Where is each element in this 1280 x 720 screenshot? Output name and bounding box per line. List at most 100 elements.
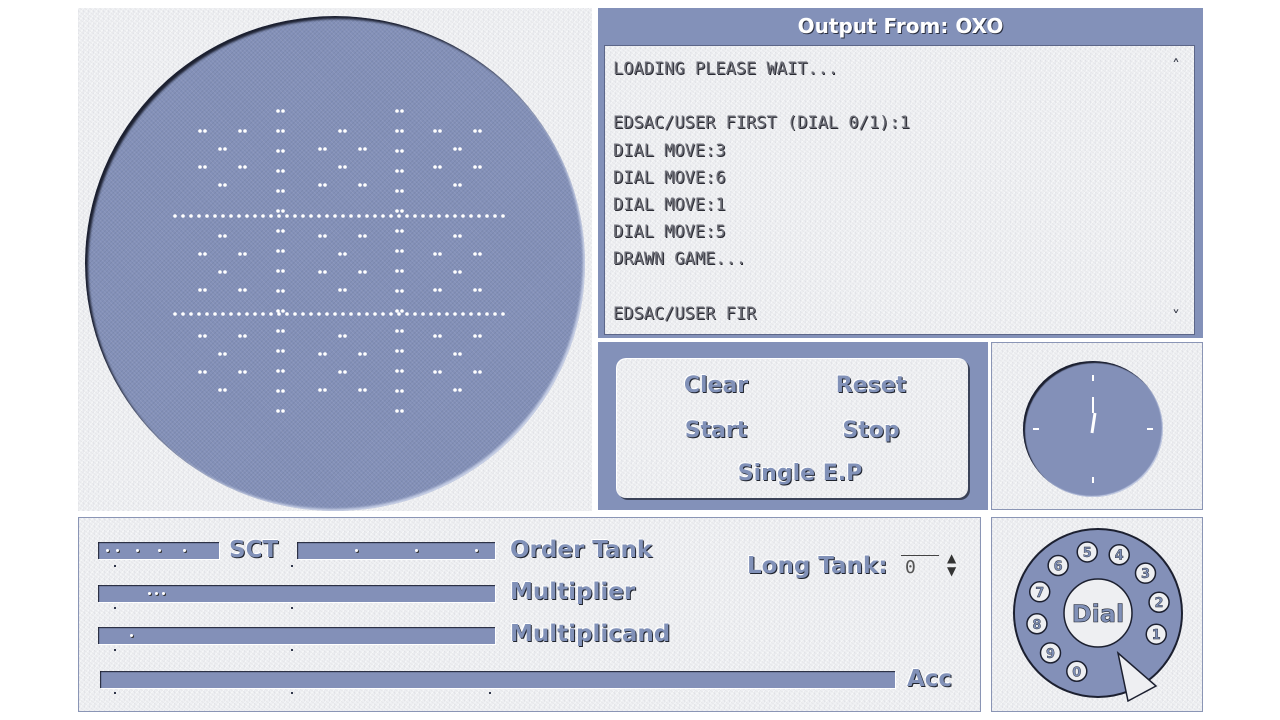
crt-dot: [189, 312, 193, 316]
crt-dot: [338, 370, 342, 374]
crt-dot: [173, 214, 177, 218]
multiplicand-register: [98, 627, 495, 644]
crt-dot: [325, 312, 329, 316]
crt-dot: [395, 389, 399, 393]
crt-dot: [173, 312, 177, 316]
crt-dot: [221, 214, 225, 218]
crt-dot: [269, 312, 273, 316]
dial-digit-label: 9: [1046, 647, 1055, 662]
crt-dot: [400, 189, 404, 193]
crt-dot: [381, 312, 385, 316]
crt-dot: [358, 352, 362, 356]
crt-dot: [223, 270, 227, 274]
start-button[interactable]: Start: [685, 418, 748, 443]
crt-dot: [238, 252, 242, 256]
crt-dot: [478, 252, 482, 256]
crt-dot: [473, 252, 477, 256]
crt-dot: [477, 312, 481, 316]
crt-dot: [357, 312, 361, 316]
crt-dot: [469, 312, 473, 316]
crt-dot: [281, 109, 285, 113]
crt-dot: [445, 312, 449, 316]
dial-digit-label: 6: [1054, 560, 1063, 575]
crt-dot: [458, 388, 462, 392]
crt-dot: [501, 214, 505, 218]
output-text-area[interactable]: LOADING PLEASE WAIT... EDSAC/USER FIRST …: [604, 45, 1195, 335]
crt-dot: [205, 214, 209, 218]
sct-register: [98, 542, 219, 559]
crt-dot: [363, 183, 367, 187]
dial-digit-label: 1: [1152, 628, 1161, 643]
crt-dot: [395, 349, 399, 353]
crt-dot: [501, 312, 505, 316]
crt-dot: [373, 312, 377, 316]
crt-dot: [395, 409, 399, 413]
scroll-down-icon[interactable]: ˅: [1172, 307, 1180, 326]
crt-dot: [223, 388, 227, 392]
long-tank-input[interactable]: 0: [901, 555, 939, 579]
dial-digit-label: 3: [1141, 567, 1150, 582]
crt-dot: [363, 147, 367, 151]
stop-button[interactable]: Stop: [842, 418, 899, 443]
crt-dot: [478, 129, 482, 133]
crt-dot: [458, 352, 462, 356]
crt-dot: [373, 214, 377, 218]
crt-dot: [338, 165, 342, 169]
crt-dot: [395, 129, 399, 133]
stepper-down-icon[interactable]: ▼: [947, 565, 956, 578]
crt-dot: [276, 329, 280, 333]
crt-dot: [281, 229, 285, 233]
rotary-dial-icon[interactable]: Dial 098765 4321: [992, 518, 1202, 711]
crt-dot: [203, 129, 207, 133]
crt-dot: [281, 209, 285, 213]
crt-dot: [453, 312, 457, 316]
crt-dot: [453, 214, 457, 218]
crt-dot: [301, 214, 305, 218]
crt-dot: [276, 129, 280, 133]
crt-dot: [223, 352, 227, 356]
clear-button[interactable]: Clear: [684, 373, 748, 398]
crt-dot: [238, 334, 242, 338]
crt-dot: [243, 252, 247, 256]
crt-dot: [245, 214, 249, 218]
crt-dot: [203, 370, 207, 374]
crt-dot: [333, 312, 337, 316]
long-tank-stepper[interactable]: ▲ ▼: [947, 552, 956, 578]
crt-dot: [237, 214, 241, 218]
crt-dot: [281, 309, 285, 313]
crt-dot: [276, 109, 280, 113]
crt-dot: [400, 329, 404, 333]
single-ep-button[interactable]: Single E.P: [738, 461, 862, 486]
crt-dot: [395, 209, 399, 213]
crt-dot: [243, 370, 247, 374]
crt-dot: [198, 288, 202, 292]
crt-dot: [421, 312, 425, 316]
crt-dot: [395, 109, 399, 113]
crt-dot: [323, 388, 327, 392]
crt-dot: [400, 409, 404, 413]
crt-dot: [223, 147, 227, 151]
crt-dot: [453, 270, 457, 274]
crt-dot: [343, 288, 347, 292]
crt-dot: [253, 312, 257, 316]
crt-dot: [461, 214, 465, 218]
crt-dot: [218, 270, 222, 274]
reset-button[interactable]: Reset: [836, 373, 906, 398]
crt-dot: [285, 214, 289, 218]
crt-dot: [276, 309, 280, 313]
crt-dot: [400, 149, 404, 153]
crt-dot: [276, 169, 280, 173]
crt-dot: [276, 389, 280, 393]
crt-dot: [395, 369, 399, 373]
crt-dot: [281, 329, 285, 333]
dial-digit-label: 7: [1035, 586, 1044, 601]
crt-dot: [469, 214, 473, 218]
crt-dot: [293, 312, 297, 316]
crt-dot: [338, 334, 342, 338]
crt-dot: [197, 312, 201, 316]
scroll-up-icon[interactable]: ˄: [1172, 56, 1180, 75]
acc-label: Acc: [907, 666, 953, 692]
crt-dot: [341, 312, 345, 316]
dial-panel: Dial 0987654321: [991, 517, 1203, 712]
crt-dot: [400, 169, 404, 173]
